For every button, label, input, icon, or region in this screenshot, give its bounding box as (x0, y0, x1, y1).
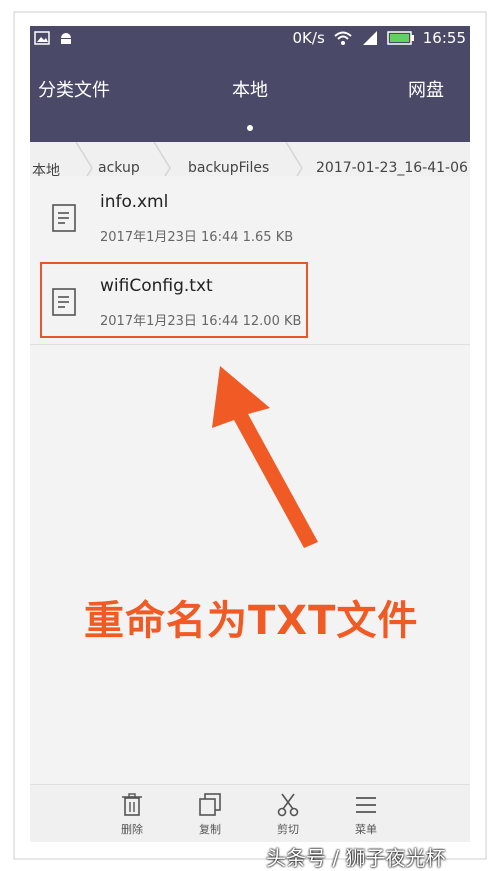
copy-button[interactable]: 复制 (180, 793, 240, 837)
delete-button[interactable]: 删除 (102, 793, 162, 837)
bottom-toolbar: 删除 复制 剪切 菜单 (30, 784, 470, 842)
menu-button[interactable]: 菜单 (336, 793, 396, 837)
menu-label: 菜单 (355, 823, 377, 836)
annotation-arrow (212, 366, 318, 548)
scissors-icon (277, 793, 299, 817)
annotation-text: 重命名为TXT文件 (84, 598, 419, 644)
trash-icon (122, 793, 142, 816)
copy-icon (199, 793, 221, 816)
copy-label: 复制 (199, 823, 221, 836)
delete-label: 删除 (121, 823, 143, 836)
watermark: 头条号 / 狮子夜光杯 (266, 846, 446, 870)
cut-label: 剪切 (277, 823, 299, 836)
menu-icon (356, 797, 376, 813)
phone-screen: 0K/s 16:55 分类文件 本地 网盘 本地 ackup backupFil… (30, 26, 470, 842)
cut-button[interactable]: 剪切 (258, 793, 318, 837)
